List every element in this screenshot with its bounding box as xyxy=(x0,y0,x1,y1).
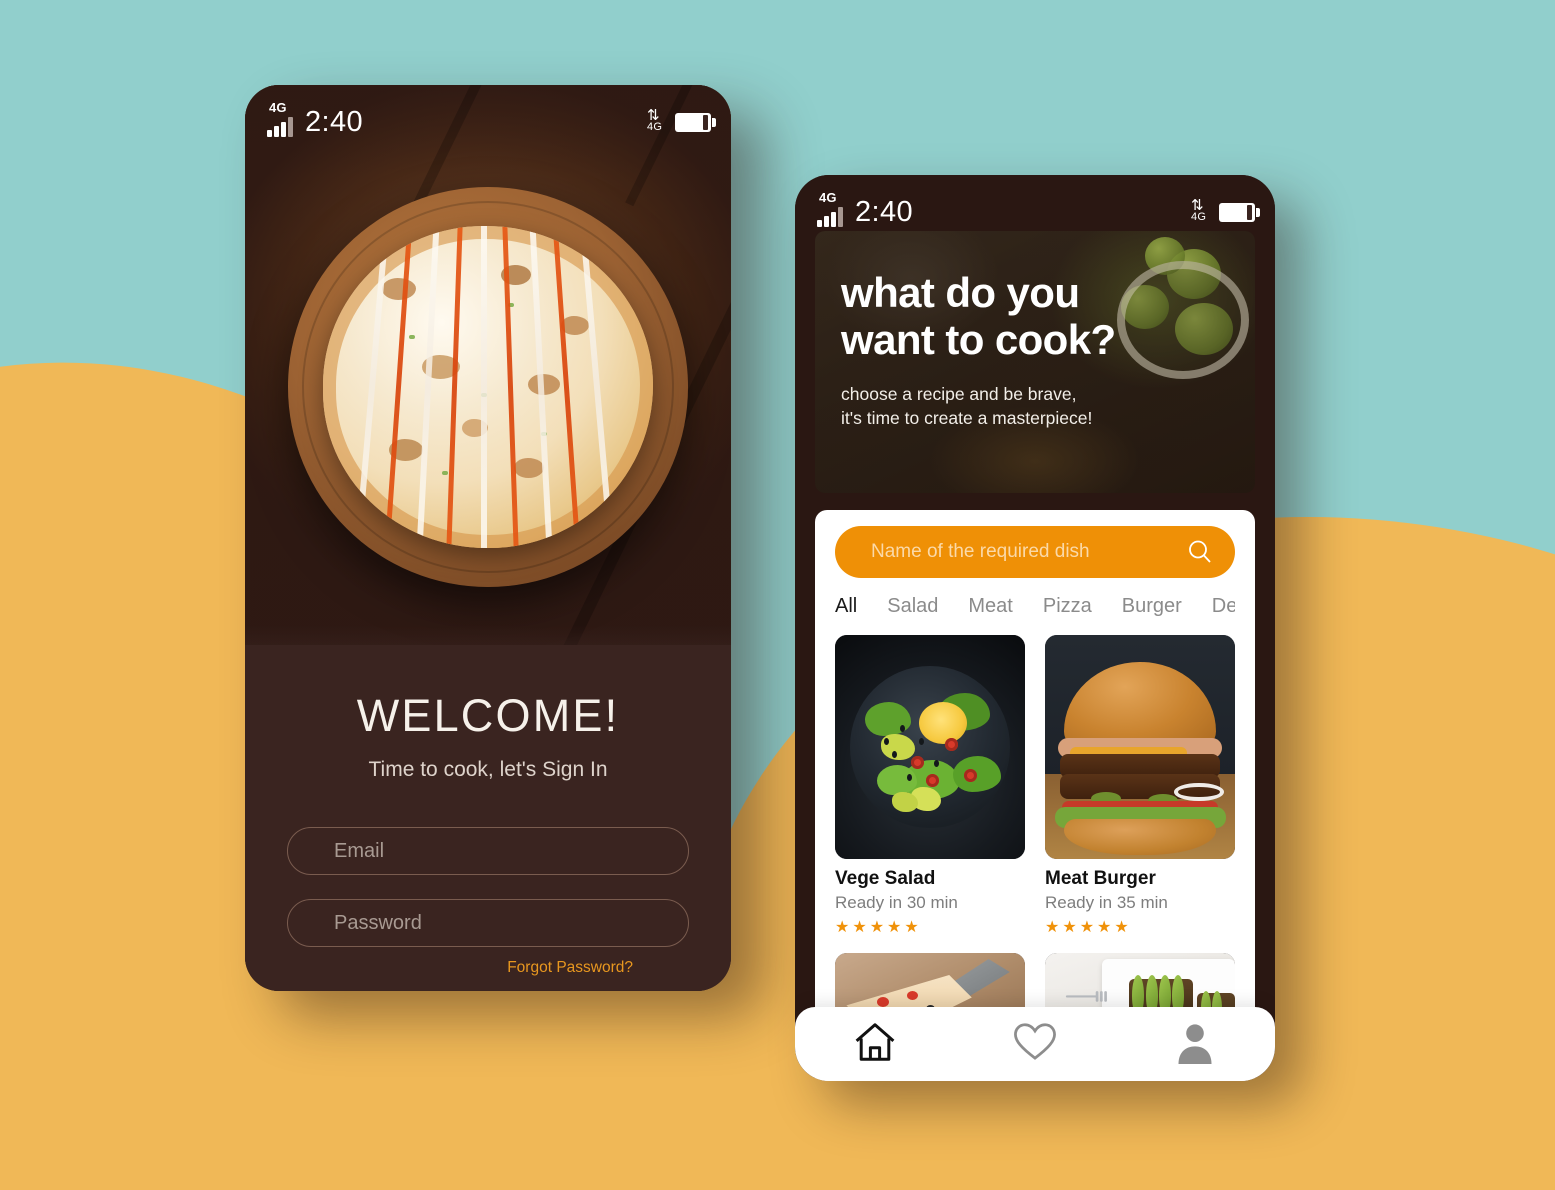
data-transfer-icon: ⇅ 4G xyxy=(1191,197,1207,223)
recipe-thumbnail-burger[interactable] xyxy=(1045,635,1235,859)
battery-icon xyxy=(675,112,716,132)
network-type-label: 4G xyxy=(269,100,287,115)
tab-pizza[interactable]: Pizza xyxy=(1043,595,1092,621)
search-bar[interactable] xyxy=(835,526,1235,578)
nav-home[interactable] xyxy=(830,1015,920,1073)
search-icon[interactable] xyxy=(1185,537,1215,567)
status-right: ⇅ 4G xyxy=(647,107,716,137)
search-input[interactable] xyxy=(871,541,1185,563)
hero-title: what do you want to cook? xyxy=(841,269,1229,363)
network-type-label: 4G xyxy=(819,190,837,205)
hero-subtitle-line2: it's time to create a masterpiece! xyxy=(841,407,1093,428)
pizza-illustration xyxy=(323,226,653,548)
recipe-title: Vege Salad xyxy=(835,868,936,889)
signin-form-area: WELCOME! Time to cook, let's Sign In For… xyxy=(245,625,731,991)
hero-title-line1: what do you xyxy=(841,269,1080,316)
signin-hero-image xyxy=(245,85,731,645)
content-panel: All Salad Meat Pizza Burger Des xyxy=(815,510,1255,1081)
bottom-navigation xyxy=(795,1007,1275,1081)
page-subtitle: Time to cook, let's Sign In xyxy=(368,758,608,781)
hero-banner: what do you want to cook? choose a recip… xyxy=(815,231,1255,493)
nav-profile[interactable] xyxy=(1150,1015,1240,1073)
recipe-time: Ready in 35 min xyxy=(1045,893,1168,912)
wooden-board xyxy=(288,187,688,587)
category-tabs[interactable]: All Salad Meat Pizza Burger Des xyxy=(835,595,1235,621)
hero-title-line2: want to cook? xyxy=(841,316,1116,364)
phone-mockup-signin: 4G 2:40 ⇅ 4G WELCOME! Time to cook, let'… xyxy=(245,85,731,991)
data-network-label: 4G xyxy=(647,121,663,133)
recipe-time: Ready in 30 min xyxy=(835,893,958,912)
status-left: 4G 2:40 xyxy=(817,191,913,227)
hero-subtitle: choose a recipe and be brave, it's time … xyxy=(841,383,1229,431)
nav-favorites[interactable] xyxy=(990,1015,1080,1073)
hero-subtitle-line1: choose a recipe and be brave, xyxy=(841,384,1077,405)
tab-burger[interactable]: Burger xyxy=(1122,595,1182,621)
email-field[interactable] xyxy=(287,827,689,875)
recipe-grid: Vege Salad Ready in 30 min ★★★★★ Meat Bu… xyxy=(835,635,1235,1062)
status-clock: 2:40 xyxy=(855,196,914,228)
data-transfer-icon: ⇅ 4G xyxy=(647,107,663,133)
heart-icon[interactable] xyxy=(1012,1021,1058,1068)
phone-mockup-home: 4G 2:40 ⇅ 4G what do you want to cook? c… xyxy=(795,175,1275,1081)
password-field[interactable] xyxy=(287,899,689,947)
recipe-rating-stars: ★★★★★ xyxy=(835,919,922,936)
status-left: 4G 2:40 xyxy=(267,101,363,137)
person-icon[interactable] xyxy=(1173,1020,1217,1069)
tab-salad[interactable]: Salad xyxy=(887,595,938,621)
recipe-thumbnail-salad[interactable] xyxy=(835,635,1025,859)
status-bar-signin: 4G 2:40 ⇅ 4G xyxy=(245,85,731,141)
recipe-title: Meat Burger xyxy=(1045,868,1156,889)
fork-icon xyxy=(1053,989,1121,1005)
recipe-card-meat-burger[interactable]: Meat Burger Ready in 35 min ★★★★★ xyxy=(1045,635,1235,937)
page-title: WELCOME! xyxy=(356,690,620,741)
status-right: ⇅ 4G xyxy=(1191,197,1260,227)
status-clock: 2:40 xyxy=(305,106,364,138)
recipe-rating-stars: ★★★★★ xyxy=(1045,919,1132,936)
background-shape-yellow-base xyxy=(0,1020,1555,1190)
tab-meat[interactable]: Meat xyxy=(968,595,1012,621)
home-icon[interactable] xyxy=(852,1020,898,1069)
signin-screen: 4G 2:40 ⇅ 4G WELCOME! Time to cook, let'… xyxy=(245,85,731,991)
battery-icon xyxy=(1219,202,1260,222)
data-network-label: 4G xyxy=(1191,211,1207,223)
tab-all[interactable]: All xyxy=(835,595,857,621)
signal-bars-icon: 4G xyxy=(817,191,843,227)
home-screen: 4G 2:40 ⇅ 4G what do you want to cook? c… xyxy=(795,175,1275,1081)
forgot-password-link[interactable]: Forgot Password? xyxy=(287,959,689,977)
signal-bars-icon: 4G xyxy=(267,101,293,137)
screenshot-canvas: 4G 2:40 ⇅ 4G WELCOME! Time to cook, let'… xyxy=(0,0,1555,1190)
status-bar-home: 4G 2:40 ⇅ 4G xyxy=(795,175,1275,231)
recipe-card-vege-salad[interactable]: Vege Salad Ready in 30 min ★★★★★ xyxy=(835,635,1025,937)
tab-dessert[interactable]: Des xyxy=(1212,595,1235,621)
